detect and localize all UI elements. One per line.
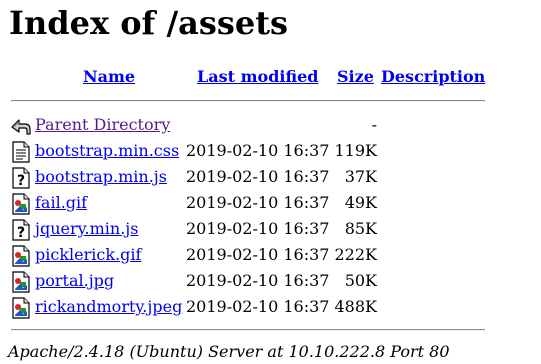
list-item: bootstrap.min.css 2019-02-10 16:37 119K xyxy=(0,138,541,164)
sort-by-name-link[interactable]: Name xyxy=(83,67,135,86)
entry-size: 37K xyxy=(344,167,377,186)
entry-link[interactable]: rickandmorty.jpeg xyxy=(35,294,182,320)
page-title: Index of /assets xyxy=(9,4,289,42)
list-item: ? jquery.min.js 2019-02-10 16:37 85K xyxy=(0,216,541,242)
entry-link[interactable]: Parent Directory xyxy=(35,112,170,138)
list-item: portal.jpg 2019-02-10 16:37 50K xyxy=(0,268,541,294)
entry-date: 2019-02-10 16:37 xyxy=(186,167,330,186)
entry-link[interactable]: picklerick.gif xyxy=(35,242,141,268)
column-header-size[interactable]: Size xyxy=(337,66,374,88)
entry-size: 50K xyxy=(344,271,377,290)
entry-date: 2019-02-10 16:37 xyxy=(186,193,330,212)
list-item: Parent Directory - xyxy=(0,112,541,138)
back-arrow-icon[interactable] xyxy=(11,115,31,137)
image-file-icon[interactable] xyxy=(11,193,31,215)
sort-by-size-link[interactable]: Size xyxy=(337,67,374,86)
entry-date: 2019-02-10 16:37 xyxy=(186,271,330,290)
list-item: picklerick.gif 2019-02-10 16:37 222K xyxy=(0,242,541,268)
sort-by-last-modified-link[interactable]: Last modified xyxy=(197,67,318,86)
entry-size: 488K xyxy=(334,297,378,316)
entry-link[interactable]: fail.gif xyxy=(35,190,87,216)
column-header-last-modified[interactable]: Last modified xyxy=(197,66,318,88)
unknown-file-icon[interactable]: ? xyxy=(11,167,31,189)
entry-date: 2019-02-10 16:37 xyxy=(186,245,330,264)
entry-size: 222K xyxy=(334,245,378,264)
entry-date: 2019-02-10 16:37 xyxy=(186,141,330,160)
unknown-file-icon[interactable]: ? xyxy=(11,219,31,241)
header-divider xyxy=(11,100,485,102)
entry-size: 85K xyxy=(344,219,377,238)
image-file-icon[interactable] xyxy=(11,245,31,267)
list-item: rickandmorty.jpeg 2019-02-10 16:37 488K xyxy=(0,294,541,320)
list-item: fail.gif 2019-02-10 16:37 49K xyxy=(0,190,541,216)
image-file-icon[interactable] xyxy=(11,297,31,319)
svg-text:?: ? xyxy=(17,173,25,189)
server-signature: Apache/2.4.18 (Ubuntu) Server at 10.10.2… xyxy=(8,342,450,361)
entry-link[interactable]: jquery.min.js xyxy=(35,216,138,242)
list-item: ? bootstrap.min.js 2019-02-10 16:37 37K xyxy=(0,164,541,190)
entry-link[interactable]: portal.jpg xyxy=(35,268,114,294)
column-header-name[interactable]: Name xyxy=(83,66,135,88)
svg-text:?: ? xyxy=(17,225,25,241)
entry-size: 49K xyxy=(344,193,377,212)
sort-by-description-link[interactable]: Description xyxy=(381,67,485,86)
entry-size: 119K xyxy=(334,141,378,160)
column-header-description[interactable]: Description xyxy=(381,66,485,88)
image-file-icon[interactable] xyxy=(11,271,31,293)
entry-size: - xyxy=(371,115,377,134)
footer-divider xyxy=(11,329,485,331)
entry-date: 2019-02-10 16:37 xyxy=(186,297,330,316)
entry-date: 2019-02-10 16:37 xyxy=(186,219,330,238)
entry-link[interactable]: bootstrap.min.js xyxy=(35,164,167,190)
text-file-icon[interactable] xyxy=(11,141,31,163)
entry-link[interactable]: bootstrap.min.css xyxy=(35,138,179,164)
